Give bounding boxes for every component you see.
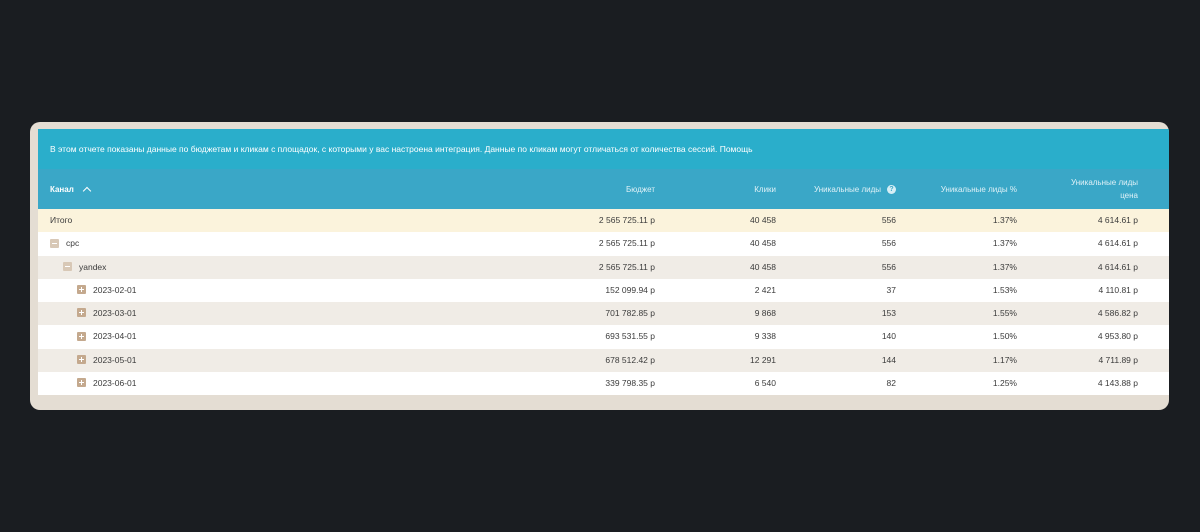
column-header-budget-label: Бюджет — [626, 184, 655, 194]
cell-unique-leads-price: 4 143.88 р — [1097, 378, 1138, 389]
cell-unique-leads: 556 — [881, 215, 896, 225]
cell-budget: 152 099.94 р — [605, 284, 655, 295]
column-header-unique-leads-pct-label: Уникальные лиды % — [940, 184, 1017, 194]
cell-budget: 2 565 725.11 р — [598, 238, 655, 249]
row-label: 2023-03-01 — [93, 308, 137, 319]
cell-unique-leads: 140 — [881, 331, 896, 342]
row-label: cpc — [66, 238, 80, 249]
table-row: yandex 2 565 725.11 р 40 458 556 1.37% 4… — [38, 255, 1169, 279]
cell-unique-leads-price: 4 953.80 р — [1097, 331, 1138, 342]
cell-unique-leads: 144 — [881, 354, 896, 365]
cell-clicks: 9 868 — [754, 308, 776, 319]
row-label-cell: 2023-06-01 — [77, 372, 136, 395]
report-table: В этом отчете показаны данные по бюджета… — [38, 129, 1169, 396]
cell-clicks: 40 458 — [750, 261, 776, 272]
cell-unique-leads: 556 — [881, 261, 896, 272]
column-header-budget[interactable]: Бюджет — [626, 169, 655, 209]
row-label: yandex — [79, 261, 107, 272]
row-label-cell: 2023-04-01 — [77, 325, 136, 348]
cell-budget: 339 798.35 р — [605, 378, 655, 389]
help-link[interactable]: Помощь — [720, 144, 753, 154]
row-label-cell: 2023-02-01 — [77, 279, 136, 302]
table-row: 2023-05-01 678 512.42 р 12 291 144 1.17%… — [38, 348, 1169, 373]
cell-budget: 701 782.85 р — [605, 308, 655, 319]
column-header-unique-leads-price-label: Уникальные лиды цена — [1071, 176, 1138, 202]
help-question-icon[interactable]: ? — [887, 184, 896, 194]
report-card: В этом отчете показаны данные по бюджета… — [30, 122, 1169, 410]
cell-budget: 693 531.55 р — [605, 331, 655, 342]
collapse-icon[interactable] — [50, 238, 59, 248]
collapse-icon[interactable] — [63, 261, 72, 271]
cell-unique-leads-pct: 1.55% — [992, 308, 1017, 319]
cell-budget: 2 565 725.11 р — [598, 215, 655, 225]
column-header-unique-leads-pct[interactable]: Уникальные лиды % — [941, 169, 1017, 209]
info-banner: В этом отчете показаны данные по бюджета… — [38, 129, 1169, 169]
cell-budget: 678 512.42 р — [605, 354, 655, 365]
cell-unique-leads-price: 4 614.61 р — [1097, 261, 1138, 272]
table-row-total: Итого 2 565 725.11 р 40 458 556 1.37% 4 … — [38, 209, 1169, 233]
row-label: 2023-02-01 — [93, 284, 137, 295]
table-row: 2023-04-01 693 531.55 р 9 338 140 1.50% … — [38, 325, 1169, 349]
cell-unique-leads-price: 4 614.61 р — [1097, 238, 1138, 249]
column-header-unique-leads-price[interactable]: Уникальные лиды цена — [1071, 169, 1138, 209]
cell-unique-leads: 82 — [886, 378, 896, 389]
cell-clicks: 9 338 — [754, 331, 776, 342]
row-label-cell: 2023-03-01 — [77, 302, 136, 325]
column-header-clicks-label: Клики — [754, 184, 776, 194]
row-label: 2023-04-01 — [93, 331, 137, 342]
row-label: 2023-05-01 — [93, 354, 137, 365]
info-banner-text: В этом отчете показаны данные по бюджета… — [50, 144, 718, 154]
expand-icon[interactable] — [77, 308, 86, 318]
expand-icon[interactable] — [77, 285, 86, 295]
cell-unique-leads-price: 4 711.89 р — [1098, 354, 1138, 365]
row-label-cell: cpc — [50, 232, 79, 255]
row-label: 2023-06-01 — [93, 378, 137, 389]
row-label-cell: 2023-05-01 — [77, 349, 136, 372]
sort-ascending-icon[interactable] — [82, 186, 92, 195]
expand-icon[interactable] — [77, 355, 86, 365]
table-row: 2023-06-01 339 798.35 р 6 540 82 1.25% 4… — [38, 372, 1169, 396]
column-header-clicks[interactable]: Клики — [754, 169, 776, 209]
column-header-channel-label: Канал — [50, 184, 74, 194]
cell-unique-leads-pct: 1.25% — [992, 378, 1017, 389]
cell-clicks: 2 421 — [754, 284, 776, 295]
cell-unique-leads-price: 4 586.82 р — [1097, 308, 1138, 319]
row-label: Итого — [50, 215, 73, 225]
cell-unique-leads: 556 — [881, 238, 896, 249]
cell-unique-leads-price: 4 614.61 р — [1097, 215, 1138, 225]
cell-unique-leads-pct: 1.37% — [992, 261, 1017, 272]
expand-icon[interactable] — [77, 331, 86, 341]
cell-clicks: 12 291 — [750, 354, 776, 365]
cell-clicks: 40 458 — [750, 215, 776, 225]
table-header: Канал Бюджет Клики Уникальные лиды ? Уни… — [38, 169, 1169, 209]
cell-unique-leads-pct: 1.37% — [992, 238, 1017, 249]
cell-unique-leads-pct: 1.53% — [992, 284, 1017, 295]
cell-unique-leads-pct: 1.17% — [992, 354, 1017, 365]
table-row: cpc 2 565 725.11 р 40 458 556 1.37% 4 61… — [38, 232, 1169, 256]
cell-unique-leads-price: 4 110.81 р — [1098, 284, 1138, 295]
table-row: 2023-02-01 152 099.94 р 2 421 37 1.53% 4… — [38, 278, 1169, 303]
column-header-unique-leads-label: Уникальные лиды — [814, 184, 881, 194]
column-header-price-line2: цена — [1120, 191, 1138, 200]
column-header-channel[interactable]: Канал — [50, 169, 92, 209]
column-header-price-line1: Уникальные лиды — [1071, 178, 1138, 187]
row-label-cell: yandex — [63, 256, 106, 279]
cell-unique-leads: 153 — [881, 308, 896, 319]
cell-unique-leads-pct: 1.37% — [992, 215, 1017, 225]
expand-icon[interactable] — [77, 378, 86, 388]
cell-unique-leads: 37 — [886, 284, 896, 295]
cell-clicks: 40 458 — [750, 238, 776, 249]
table-row: 2023-03-01 701 782.85 р 9 868 153 1.55% … — [38, 302, 1169, 326]
cell-budget: 2 565 725.11 р — [598, 261, 655, 272]
column-header-unique-leads[interactable]: Уникальные лиды ? — [814, 169, 896, 209]
cell-clicks: 6 540 — [754, 378, 776, 389]
cell-unique-leads-pct: 1.50% — [992, 331, 1017, 342]
